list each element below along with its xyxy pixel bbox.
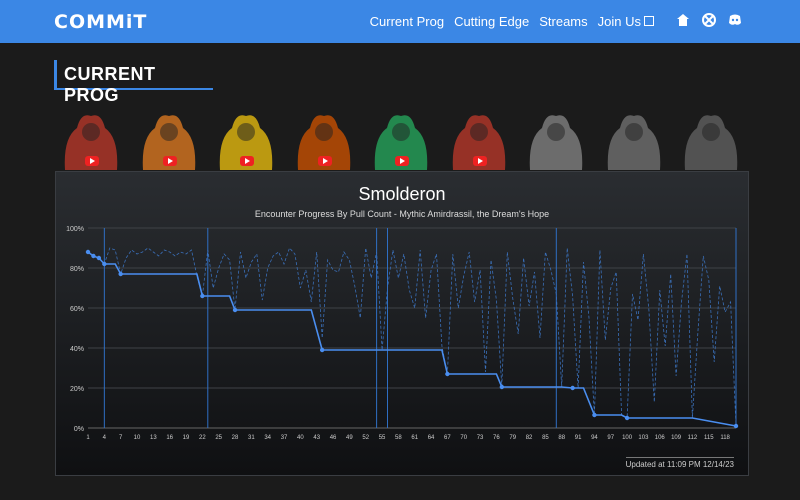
- youtube-icon[interactable]: [472, 156, 487, 166]
- best-progress-point: [499, 384, 505, 390]
- x-tick-label: 118: [720, 435, 730, 441]
- x-tick-label: 100: [622, 435, 633, 441]
- best-progress-point: [200, 293, 205, 299]
- guild-icon[interactable]: [676, 13, 690, 27]
- x-tick-label: 61: [411, 435, 418, 441]
- x-tick-label: 82: [526, 435, 533, 441]
- nav-current-prog[interactable]: Current Prog: [370, 14, 444, 29]
- youtube-icon[interactable]: [162, 156, 177, 166]
- boss-portrait-volcoross[interactable]: [210, 108, 282, 170]
- x-tick-label: 76: [493, 435, 500, 441]
- x-tick-label: 103: [638, 435, 649, 441]
- updated-timestamp: Updated at 11:09 PM 12/14/23: [625, 457, 734, 469]
- x-tick-label: 31: [248, 435, 255, 441]
- x-tick-label: 19: [183, 435, 190, 441]
- x-tick-label: 43: [313, 435, 320, 441]
- x-tick-label: 1: [86, 435, 90, 441]
- x-tick-label: 52: [362, 435, 369, 441]
- best-progress-point: [445, 371, 450, 377]
- x-tick-label: 58: [395, 435, 402, 441]
- boss-image: [529, 115, 583, 170]
- x-tick-label: 28: [232, 435, 239, 441]
- x-tick-label: 46: [330, 435, 337, 441]
- x-tick-label: 22: [199, 435, 206, 441]
- youtube-icon[interactable]: [240, 156, 254, 166]
- x-tick-label: 4: [103, 435, 107, 441]
- boss-image: [607, 115, 660, 170]
- x-tick-label: 7: [119, 435, 123, 441]
- best-progress-point: [96, 255, 102, 261]
- x-tick-label: 25: [215, 435, 222, 441]
- x-tick-label: 85: [542, 435, 549, 441]
- x-tick-label: 79: [509, 435, 516, 441]
- x-tick-label: 70: [460, 435, 467, 441]
- y-tick-label: 100%: [66, 226, 84, 233]
- x-tick-label: 88: [558, 435, 565, 441]
- y-tick-label: 0%: [74, 426, 84, 433]
- boss-portrait-tindral[interactable]: [598, 108, 670, 170]
- best-progress-line: [87, 251, 737, 427]
- youtube-icon[interactable]: [317, 156, 332, 166]
- boss-portrait-larodar[interactable]: [365, 108, 437, 170]
- boss-image: [684, 115, 738, 170]
- x-tick-label: 109: [671, 435, 682, 441]
- y-tick-label: 80%: [70, 266, 84, 273]
- x-tick-label: 94: [591, 435, 598, 441]
- x-tick-label: 115: [704, 435, 714, 441]
- x-tick-label: 106: [655, 435, 666, 441]
- x-tick-label: 49: [346, 435, 353, 441]
- social-icons: [676, 13, 742, 27]
- best-progress-point: [624, 415, 630, 421]
- boss-portrait-fyrakk[interactable]: [675, 108, 747, 170]
- nav-cutting-edge[interactable]: Cutting Edge: [454, 14, 529, 29]
- raider-icon[interactable]: [702, 13, 716, 27]
- nav-streams[interactable]: Streams: [539, 14, 587, 29]
- discord-icon[interactable]: [728, 13, 742, 27]
- main-nav: Current Prog Cutting Edge Streams Join U…: [370, 14, 654, 29]
- x-tick-label: 64: [428, 435, 435, 441]
- x-tick-label: 91: [575, 435, 582, 441]
- best-progress-point: [102, 261, 107, 267]
- x-tick-label: 112: [688, 435, 698, 441]
- x-tick-label: 40: [297, 435, 304, 441]
- x-tick-label: 37: [281, 435, 288, 441]
- boss-portrait-igira[interactable]: [133, 108, 205, 170]
- best-progress-point: [118, 271, 123, 277]
- best-progress-point: [733, 423, 739, 429]
- chart-panel: Smolderon Encounter Progress By Pull Cou…: [55, 171, 749, 476]
- x-tick-label: 73: [477, 435, 484, 441]
- boss-portrait-gnarlroot[interactable]: [55, 108, 127, 170]
- x-tick-label: 34: [264, 435, 271, 441]
- x-tick-label: 67: [444, 435, 451, 441]
- youtube-icon[interactable]: [395, 156, 409, 166]
- x-tick-label: 97: [607, 435, 614, 441]
- y-tick-label: 40%: [70, 346, 84, 353]
- best-progress-point: [592, 412, 597, 418]
- boss-portrait-smolderon[interactable]: [520, 108, 592, 170]
- best-progress-point: [232, 307, 238, 313]
- x-tick-label: 13: [150, 435, 157, 441]
- best-progress-point: [91, 253, 96, 259]
- best-progress-point: [85, 249, 91, 255]
- boss-portrait-council[interactable]: [288, 108, 360, 170]
- nav-join-us-label: Join Us: [597, 14, 641, 29]
- section-heading: CURRENT PROG: [54, 60, 213, 105]
- x-tick-label: 10: [134, 435, 141, 441]
- x-tick-label: 16: [166, 435, 173, 441]
- x-tick-label: 55: [379, 435, 386, 441]
- y-tick-label: 20%: [70, 386, 84, 393]
- y-tick-label: 60%: [70, 306, 84, 313]
- site-logo[interactable]: COMMiT: [54, 11, 147, 33]
- boss-portrait-nymue[interactable]: [443, 108, 515, 170]
- external-link-icon: [644, 16, 654, 26]
- progress-chart: 0% 20% 40% 60% 80% 100% 1 4 7 10 13 16 19 22 25 28 31 34 3…: [66, 226, 739, 441]
- nav-join-us[interactable]: Join Us: [598, 14, 654, 29]
- youtube-icon[interactable]: [85, 156, 99, 166]
- best-progress-point: [570, 385, 575, 391]
- best-progress-point: [319, 347, 325, 353]
- section-title-text: CURRENT PROG: [64, 64, 156, 105]
- top-navbar: COMMiT Current Prog Cutting Edge Streams…: [0, 0, 800, 43]
